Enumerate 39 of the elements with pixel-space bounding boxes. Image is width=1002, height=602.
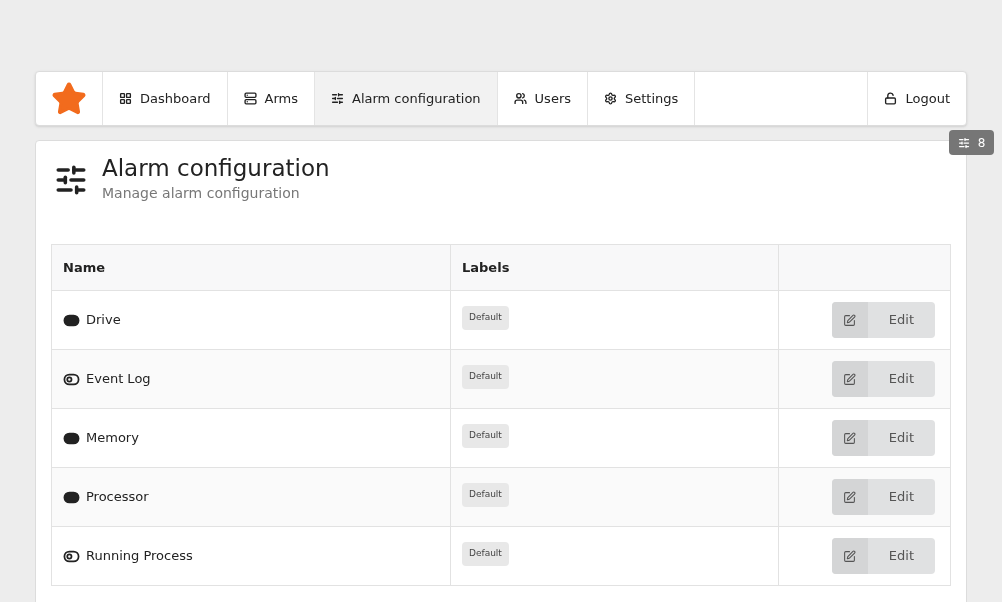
page-subtitle: Manage alarm configuration [102, 184, 301, 203]
unlocked-padlock-icon [884, 92, 898, 105]
nav-tab[interactable]: Settings [588, 72, 696, 125]
label-tag: Default [462, 424, 509, 448]
alarm-name: Running Process [86, 547, 193, 566]
alarm-name: Event Log [86, 370, 151, 389]
sliders-icon [957, 136, 970, 149]
alarm-name: Processor [86, 488, 149, 507]
nav-tab[interactable]: Arms [227, 72, 315, 125]
nav-tab[interactable]: Dashboard [103, 72, 228, 125]
edit-button[interactable]: Edit [831, 538, 935, 574]
filter-count: 8 [977, 134, 986, 152]
page-title: Alarm configuration [102, 154, 330, 183]
alarm-name: Drive [86, 311, 121, 330]
label-tag: Default [462, 483, 509, 507]
nav-tab[interactable]: Alarm configuration [315, 72, 498, 125]
edit-button[interactable]: Edit [831, 479, 935, 515]
edit-icon [843, 431, 857, 445]
edit-button[interactable]: Edit [831, 302, 935, 338]
edit-button[interactable]: Edit [831, 361, 935, 397]
users-icon [513, 92, 527, 105]
sliders-icon [54, 163, 88, 197]
label-tag: Default [462, 306, 509, 330]
filter-count-badge[interactable]: 8 [949, 130, 994, 155]
label-tag: Default [462, 365, 509, 389]
settings-icon [604, 92, 617, 105]
nav-tab[interactable]: Users [497, 72, 588, 125]
server-icon [243, 92, 257, 105]
edit-icon [843, 372, 857, 386]
sliders-icon [331, 92, 344, 105]
logout-button[interactable]: Logout [867, 72, 966, 125]
edit-icon [843, 313, 857, 327]
alarm-name: Memory [86, 429, 139, 448]
edit-button[interactable]: Edit [831, 420, 935, 456]
edit-icon [843, 490, 857, 504]
grid-icon [119, 92, 132, 105]
edit-icon [843, 549, 857, 563]
label-tag: Default [462, 542, 509, 566]
star-logo-icon[interactable] [51, 80, 87, 117]
